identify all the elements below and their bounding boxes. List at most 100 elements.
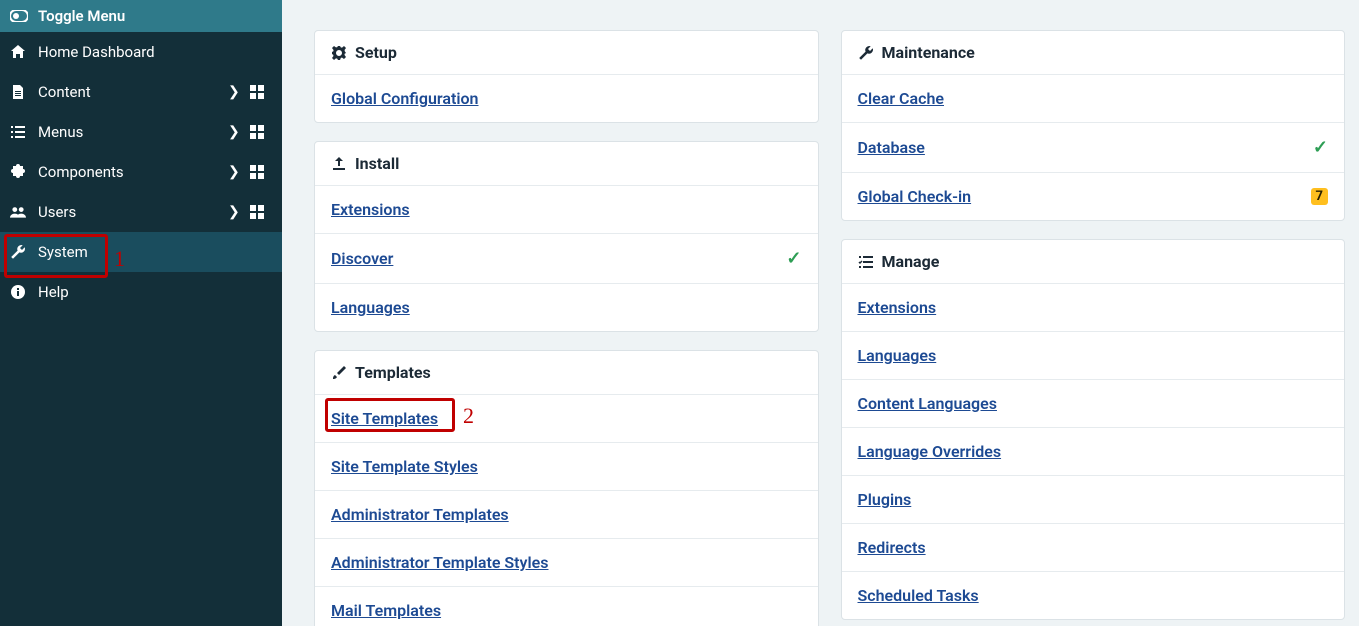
link-content-languages[interactable]: Content Languages bbox=[858, 394, 997, 413]
chevron-right-icon: ❯ bbox=[228, 84, 250, 100]
panel-row: Discover ✓ bbox=[315, 234, 818, 284]
link-languages[interactable]: Languages bbox=[858, 346, 937, 365]
sidebar-item-help[interactable]: Help bbox=[0, 272, 282, 312]
panel-row: Site Templates 2 bbox=[315, 395, 818, 443]
dashboard-grid-icon[interactable] bbox=[250, 85, 264, 99]
panel-row: Database ✓ bbox=[842, 123, 1345, 173]
sidebar-item-users[interactable]: Users ❯ bbox=[0, 192, 282, 232]
chevron-right-icon: ❯ bbox=[228, 164, 250, 180]
link-discover[interactable]: Discover bbox=[331, 249, 393, 268]
panel-header: Templates bbox=[315, 351, 818, 395]
sidebar-item-label: Content bbox=[38, 83, 228, 101]
panel-title: Setup bbox=[355, 43, 397, 62]
link-extensions[interactable]: Extensions bbox=[858, 298, 937, 317]
panel-row: Scheduled Tasks bbox=[842, 572, 1345, 619]
panel-manage: Manage Extensions Languages Content Languag… bbox=[841, 239, 1346, 620]
panel-row: Redirects bbox=[842, 524, 1345, 572]
panel-templates: Templates Site Templates 2 Site Template St… bbox=[314, 350, 819, 626]
dashboard-grid-icon[interactable] bbox=[250, 205, 264, 219]
sidebar-item-components[interactable]: Components ❯ bbox=[0, 152, 282, 192]
sidebar-item-label: Menus bbox=[38, 123, 228, 141]
gear-icon bbox=[331, 45, 355, 61]
sidebar-item-label: Components bbox=[38, 163, 228, 181]
panel-row: Administrator Templates bbox=[315, 491, 818, 539]
check-icon: ✓ bbox=[1313, 137, 1328, 158]
link-database[interactable]: Database bbox=[858, 138, 925, 157]
puzzle-icon bbox=[10, 164, 38, 180]
link-redirects[interactable]: Redirects bbox=[858, 538, 926, 557]
panel-row: Language Overrides bbox=[842, 428, 1345, 476]
link-mail-templates[interactable]: Mail Templates bbox=[331, 601, 441, 620]
sidebar-item-label: Home Dashboard bbox=[38, 43, 282, 61]
link-global-configuration[interactable]: Global Configuration bbox=[331, 89, 479, 108]
link-clear-cache[interactable]: Clear Cache bbox=[858, 89, 945, 108]
annotation-number-1: 1 bbox=[114, 246, 125, 272]
toggle-label: Toggle Menu bbox=[38, 7, 125, 25]
toggle-menu-button[interactable]: Toggle Menu bbox=[0, 0, 282, 32]
sidebar-item-label: Users bbox=[38, 203, 228, 221]
upload-icon bbox=[331, 156, 355, 172]
chevron-right-icon: ❯ bbox=[228, 204, 250, 220]
link-plugins[interactable]: Plugins bbox=[858, 490, 912, 509]
sidebar-item-system[interactable]: System bbox=[0, 232, 282, 272]
main-content: Setup Global Configuration Install Extensio… bbox=[282, 0, 1359, 626]
panel-row: Site Template Styles bbox=[315, 443, 818, 491]
link-administrator-templates[interactable]: Administrator Templates bbox=[331, 505, 509, 524]
panel-row: Global Configuration bbox=[315, 75, 818, 122]
panel-install: Install Extensions Discover ✓ Languages bbox=[314, 141, 819, 332]
annotation-number-2: 2 bbox=[463, 403, 474, 429]
panel-title: Install bbox=[355, 154, 399, 173]
left-column: Setup Global Configuration Install Extensio… bbox=[314, 30, 819, 626]
panel-title: Maintenance bbox=[882, 43, 975, 62]
panel-row: Plugins bbox=[842, 476, 1345, 524]
link-extensions[interactable]: Extensions bbox=[331, 200, 410, 219]
dashboard-grid-icon[interactable] bbox=[250, 125, 264, 139]
panel-header: Manage bbox=[842, 240, 1345, 284]
sidebar-item-label: Help bbox=[38, 283, 282, 301]
home-icon bbox=[10, 44, 38, 60]
panel-row: Languages bbox=[842, 332, 1345, 380]
link-scheduled-tasks[interactable]: Scheduled Tasks bbox=[858, 586, 979, 605]
sidebar-item-label: System bbox=[38, 243, 282, 261]
sidebar-item-content[interactable]: Content ❯ bbox=[0, 72, 282, 112]
panel-row: Clear Cache bbox=[842, 75, 1345, 123]
toggle-icon bbox=[10, 10, 38, 22]
link-language-overrides[interactable]: Language Overrides bbox=[858, 442, 1002, 461]
brush-icon bbox=[331, 365, 355, 381]
panel-row: Extensions bbox=[842, 284, 1345, 332]
sidebar: Toggle Menu Home Dashboard Content ❯ Men… bbox=[0, 0, 282, 626]
panel-maintenance: Maintenance Clear Cache Database ✓ Global Ch… bbox=[841, 30, 1346, 221]
listcheck-icon bbox=[858, 254, 882, 270]
link-languages[interactable]: Languages bbox=[331, 298, 410, 317]
panel-setup: Setup Global Configuration bbox=[314, 30, 819, 123]
right-column: Maintenance Clear Cache Database ✓ Global Ch… bbox=[841, 30, 1346, 626]
chevron-right-icon: ❯ bbox=[228, 124, 250, 140]
panel-row: Content Languages bbox=[842, 380, 1345, 428]
count-badge: 7 bbox=[1311, 188, 1328, 205]
wrench-icon bbox=[10, 244, 38, 260]
dashboard-grid-icon[interactable] bbox=[250, 165, 264, 179]
sidebar-nav: Home Dashboard Content ❯ Menus ❯ Compone… bbox=[0, 32, 282, 312]
panel-header: Maintenance bbox=[842, 31, 1345, 75]
link-administrator-template-styles[interactable]: Administrator Template Styles bbox=[331, 553, 549, 572]
link-site-template-styles[interactable]: Site Template Styles bbox=[331, 457, 478, 476]
panel-header: Setup bbox=[315, 31, 818, 75]
users-icon bbox=[10, 204, 38, 220]
info-icon bbox=[10, 284, 38, 300]
panel-header: Install bbox=[315, 142, 818, 186]
file-icon bbox=[10, 84, 38, 100]
wrench-icon bbox=[858, 45, 882, 61]
panel-row: Extensions bbox=[315, 186, 818, 234]
list-icon bbox=[10, 124, 38, 140]
panel-title: Manage bbox=[882, 252, 940, 271]
sidebar-item-home-dashboard[interactable]: Home Dashboard bbox=[0, 32, 282, 72]
panel-row: Languages bbox=[315, 284, 818, 331]
sidebar-item-menus[interactable]: Menus ❯ bbox=[0, 112, 282, 152]
panel-row: Global Check-in 7 bbox=[842, 173, 1345, 220]
panel-row: Mail Templates bbox=[315, 587, 818, 626]
panel-title: Templates bbox=[355, 363, 431, 382]
panel-row: Administrator Template Styles bbox=[315, 539, 818, 587]
link-global-check-in[interactable]: Global Check-in bbox=[858, 187, 972, 206]
link-site-templates[interactable]: Site Templates bbox=[331, 409, 438, 428]
check-icon: ✓ bbox=[786, 248, 801, 269]
